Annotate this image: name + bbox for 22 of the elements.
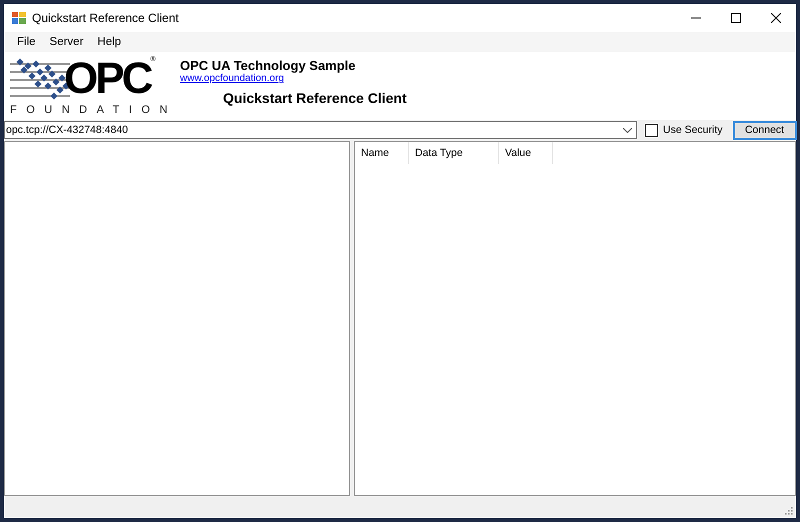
maximize-icon[interactable] (731, 13, 741, 23)
menu-item[interactable]: File (10, 36, 43, 48)
menu-item[interactable]: Server (42, 36, 90, 48)
column-header[interactable]: Name (355, 142, 409, 164)
app-icon (12, 12, 26, 24)
logo-text: OPC (64, 56, 150, 102)
close-icon[interactable] (771, 13, 781, 23)
checkbox[interactable] (645, 124, 658, 136)
column-header[interactable]: Data Type (409, 142, 499, 164)
logo-subtitle: FOUNDATION (10, 104, 174, 116)
endpoint-dropdown[interactable]: opc.tcp://CX-432748:4840 (4, 121, 637, 139)
connect-button[interactable]: Connect (732, 120, 797, 140)
window-title: Quickstart Reference Client (32, 11, 179, 25)
website-link[interactable]: www.opcfoundation.org (180, 73, 407, 84)
chevron-down-icon[interactable] (623, 128, 632, 132)
resize-grip-icon (784, 506, 793, 515)
client-title: Quickstart Reference Client (223, 90, 407, 106)
checkbox-label: Use Security (663, 124, 723, 136)
column-header[interactable]: Value (499, 142, 553, 164)
sample-title: OPC UA Technology Sample (180, 58, 357, 73)
endpoint-field[interactable]: opc.tcp://CX-432748:4840 (5, 124, 623, 136)
menu-item[interactable]: Help (90, 36, 128, 48)
